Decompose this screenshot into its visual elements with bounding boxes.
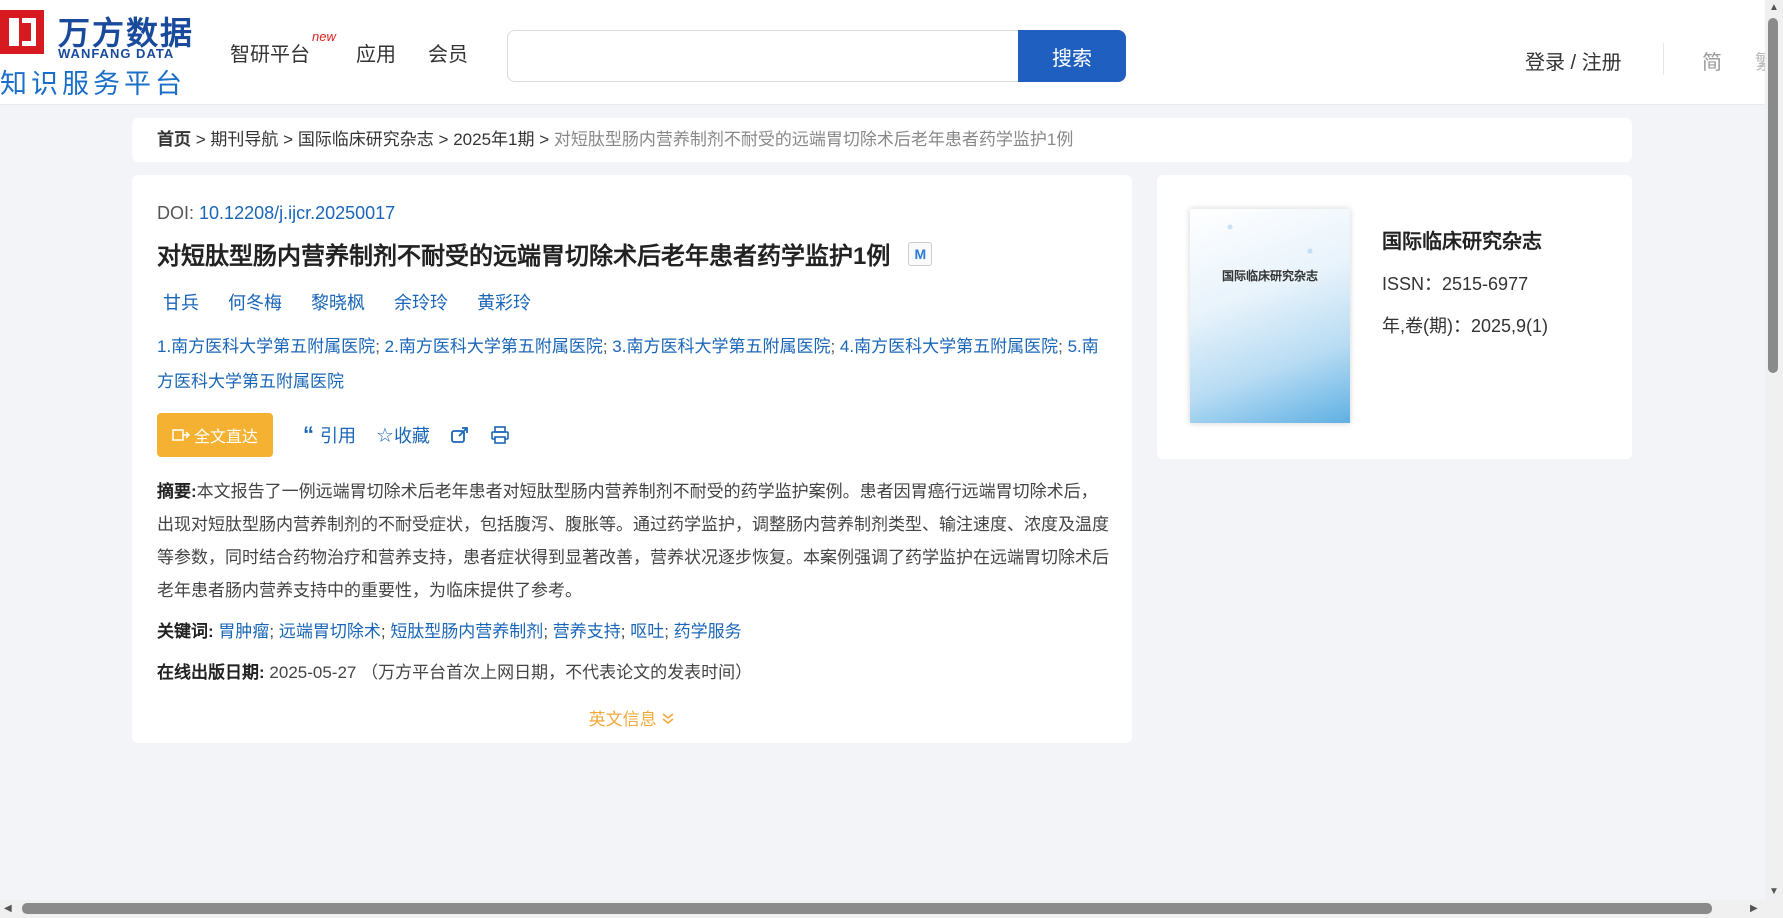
author-list: 甘兵 何冬梅 黎晓枫 余玲玲 黄彩玲 <box>157 289 1107 315</box>
keywords-row: 关键词: 胃肿瘤; 远端胃切除术; 短肽型肠内营养制剂; 营养支持; 呕吐; 药… <box>157 622 742 641</box>
affiliation-link[interactable]: 1.南方医科大学第五附属医院 <box>157 337 375 356</box>
full-text-label: 全文直达 <box>193 429 258 446</box>
scroll-up-icon[interactable]: ▲ <box>1769 2 1779 13</box>
search-button[interactable]: 搜索 <box>1018 30 1126 82</box>
journal-cover[interactable]: 国际临床研究杂志 <box>1190 209 1350 423</box>
author-link[interactable]: 余玲玲 <box>394 293 448 313</box>
keyword-link[interactable]: 药学服务 <box>674 622 742 641</box>
author-link[interactable]: 甘兵 <box>163 293 199 313</box>
m-badge-icon[interactable]: M <box>908 241 933 266</box>
scroll-right-icon[interactable]: ▶ <box>1750 903 1758 914</box>
journal-issn: ISSN：2515-6977 <box>1382 274 1529 294</box>
doi-link[interactable]: 10.12208/j.ijcr.20250017 <box>199 203 395 223</box>
keywords-label: 关键词: <box>157 622 214 641</box>
english-info-label: 英文信息 <box>588 710 657 729</box>
keyword-link[interactable]: 短肽型肠内营养制剂 <box>390 622 543 641</box>
author-link[interactable]: 何冬梅 <box>228 293 282 313</box>
share-button[interactable] <box>450 426 470 444</box>
lang-simplified[interactable]: 简 <box>1702 46 1722 75</box>
article-title: 对短肽型肠内营养制剂不耐受的远端胃切除术后老年患者药学监护1例 <box>157 243 891 270</box>
pubdate-label: 在线出版日期: <box>157 663 265 682</box>
cite-button[interactable]: “ 引用 <box>303 422 356 448</box>
top-header: 万方数据 WANFANG DATA 知识服务平台 智研平台 new 应用 会员 … <box>0 0 1765 105</box>
keyword-link[interactable]: 远端胃切除术 <box>279 622 381 641</box>
keyword-link[interactable]: 呕吐 <box>630 622 664 641</box>
pubdate-value: 2025-05-27 <box>269 663 357 682</box>
print-button[interactable] <box>490 426 510 444</box>
breadcrumb-journal[interactable]: 国际临床研究杂志 <box>298 130 434 149</box>
breadcrumb: 首页 > 期刊导航 > 国际临床研究杂志 > 2025年1期 > 对短肽型肠内营… <box>132 118 1632 162</box>
scroll-left-icon[interactable]: ◀ <box>4 903 12 914</box>
breadcrumb-sep: > <box>283 130 294 149</box>
quote-icon: “ <box>303 422 314 447</box>
action-bar: 全文直达 “ 引用 ☆ 收藏 <box>157 413 1107 457</box>
horizontal-scroll-thumb[interactable] <box>22 903 1712 914</box>
affiliation-link[interactable]: 4.南方医科大学第五附属医院 <box>840 337 1058 356</box>
author-link[interactable]: 黎晓枫 <box>311 293 365 313</box>
nav-item-zhiyan[interactable]: 智研平台 <box>230 38 310 67</box>
abstract-label: 摘要: <box>157 482 197 501</box>
lang-traditional[interactable]: 繁 <box>1755 46 1765 75</box>
breadcrumb-sep: > <box>438 130 449 149</box>
new-badge: new <box>312 29 336 44</box>
logo-mark-icon <box>0 10 44 54</box>
journal-name[interactable]: 国际临床研究杂志 <box>1382 225 1542 254</box>
english-info-toggle[interactable]: 英文信息 <box>157 705 1107 730</box>
chevron-double-down-icon <box>662 713 674 725</box>
full-text-button[interactable]: 全文直达 <box>157 413 273 457</box>
breadcrumb-home[interactable]: 首页 <box>157 130 191 149</box>
keyword-link[interactable]: 胃肿瘤 <box>218 622 269 641</box>
breadcrumb-sep: > <box>195 130 206 149</box>
favorite-label: 收藏 <box>393 426 430 446</box>
article-card: DOI: 10.12208/j.ijcr.20250017 对短肽型肠内营养制剂… <box>132 175 1132 743</box>
favorite-button[interactable]: ☆ 收藏 <box>376 422 430 448</box>
nav-item-member[interactable]: 会员 <box>428 38 468 67</box>
pubdate-row: 在线出版日期: 2025-05-27 （万方平台首次上网日期，不代表论文的发表时… <box>157 658 1107 683</box>
doi-row: DOI: 10.12208/j.ijcr.20250017 <box>157 203 1107 224</box>
nav-item-apps[interactable]: 应用 <box>356 38 396 67</box>
breadcrumb-current: 对短肽型肠内营养制剂不耐受的远端胃切除术后老年患者药学监护1例 <box>553 130 1074 149</box>
logo-en-text: WANFANG DATA <box>58 46 175 61</box>
breadcrumb-issue[interactable]: 2025年1期 <box>453 130 534 149</box>
affiliation-link[interactable]: 3.南方医科大学第五附属医院 <box>612 337 830 356</box>
journal-card: 国际临床研究杂志 国际临床研究杂志 ISSN：2515-6977 年,卷(期)：… <box>1157 175 1632 459</box>
abstract-text: 本文报告了一例远端胃切除术后老年患者对短肽型肠内营养制剂不耐受的药学监护案例。患… <box>157 482 1109 600</box>
breadcrumb-journal-nav[interactable]: 期刊导航 <box>210 130 278 149</box>
doi-label: DOI: <box>157 203 195 223</box>
affiliation-list: 1.南方医科大学第五附属医院; 2.南方医科大学第五附属医院; 3.南方医科大学… <box>157 337 1099 391</box>
scroll-down-icon[interactable]: ▼ <box>1769 886 1779 897</box>
breadcrumb-sep: > <box>539 130 550 149</box>
login-register-link[interactable]: 登录 / 注册 <box>1525 46 1622 75</box>
logo-subtitle: 知识服务平台 <box>0 69 186 99</box>
cover-title: 国际临床研究杂志 <box>1221 269 1318 283</box>
title-row: 对短肽型肠内营养制剂不耐受的远端胃切除术后老年患者药学监护1例 M <box>157 236 1107 271</box>
vertical-scroll-thumb[interactable] <box>1768 18 1778 373</box>
keyword-link[interactable]: 营养支持 <box>553 622 621 641</box>
star-icon: ☆ <box>376 424 394 447</box>
wanfang-logo[interactable]: 万方数据 WANFANG DATA 知识服务平台 <box>0 10 195 99</box>
header-divider <box>1663 43 1664 75</box>
journal-volume: 年,卷(期)：2025,9(1) <box>1382 316 1549 336</box>
search-input[interactable] <box>507 30 1018 82</box>
affiliation-link[interactable]: 2.南方医科大学第五附属医院 <box>385 337 603 356</box>
share-icon <box>451 427 468 443</box>
pubdate-note: （万方平台首次上网日期，不代表论文的发表时间） <box>361 663 753 682</box>
author-link[interactable]: 黄彩玲 <box>477 293 531 313</box>
document-icon <box>172 429 190 441</box>
printer-icon <box>491 426 509 444</box>
cite-label: 引用 <box>320 426 356 446</box>
abstract: 摘要:本文报告了一例远端胃切除术后老年患者对短肽型肠内营养制剂不耐受的药学监护案… <box>157 475 1109 607</box>
